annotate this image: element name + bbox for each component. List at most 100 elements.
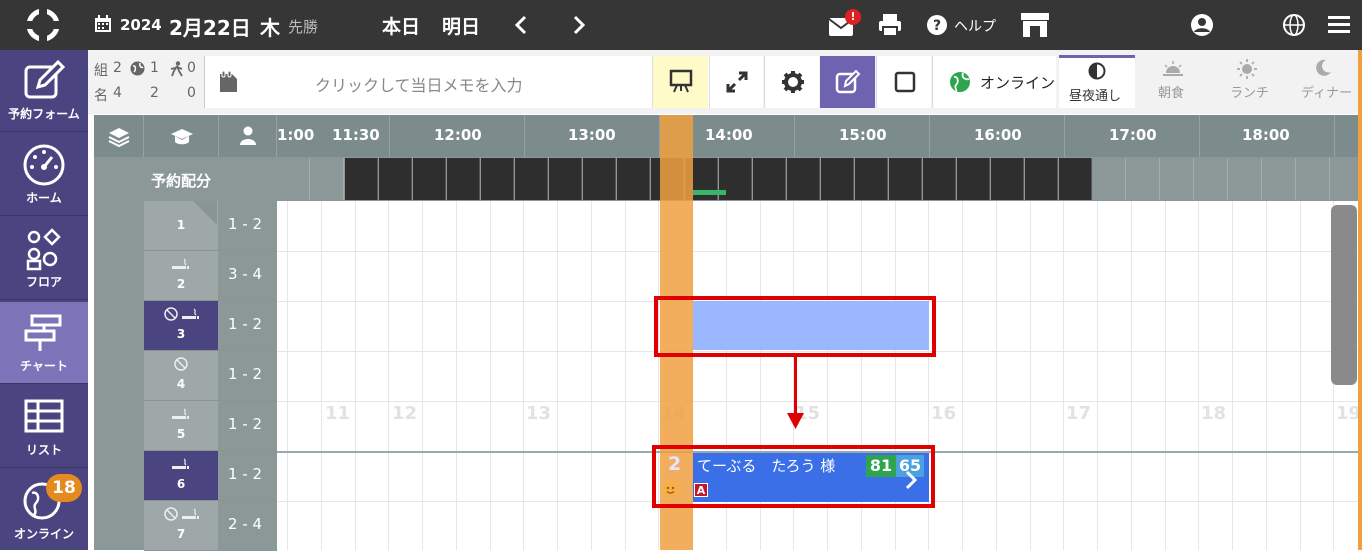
seat-type-button[interactable]	[144, 115, 219, 157]
expand-button[interactable]	[709, 56, 763, 108]
row-marker	[193, 201, 217, 225]
sidebar-item-floor[interactable]: フロア	[0, 218, 88, 300]
layers-icon	[108, 128, 130, 147]
table-number-cell: 5	[144, 401, 218, 450]
allocation-slot	[277, 158, 310, 200]
toolbar: 組 2 1 0 名 4 2 0 クリックして当日メモを入力 オンライン 昼夜通し…	[88, 50, 1362, 114]
sidebar-item-list[interactable]: リスト	[0, 386, 88, 468]
user-account-icon[interactable]	[1190, 13, 1214, 37]
grid-row-line	[277, 251, 1362, 252]
settings-button[interactable]	[764, 56, 819, 108]
groups-web: 1	[150, 60, 159, 76]
tomorrow-button[interactable]: 明日	[442, 12, 480, 39]
graduation-cap-icon	[171, 129, 193, 145]
table-number-cell: 3	[144, 301, 218, 350]
table-row[interactable]: 2 3 - 4	[144, 251, 277, 301]
allocation-slot	[617, 158, 650, 200]
table-capacity-cell: 1 - 2	[218, 401, 277, 450]
sidebar-item-label: 予約フォーム	[8, 107, 80, 121]
presentation-mode-button[interactable]	[652, 56, 708, 108]
gauge-icon	[23, 144, 65, 186]
meal-tab-breakfast[interactable]: 朝食	[1136, 55, 1210, 108]
grid-line	[523, 201, 524, 550]
weekday-label: 木	[260, 16, 280, 40]
grid-line	[355, 201, 356, 550]
table-row[interactable]: 4 1 - 2	[144, 351, 277, 401]
chevron-right-icon[interactable]	[904, 470, 918, 490]
sidebar-item-label: チャート	[20, 359, 68, 373]
gear-icon	[782, 71, 804, 93]
allocation-slot	[1195, 158, 1228, 200]
print-icon[interactable]	[878, 13, 902, 37]
sidebar-item-online[interactable]: 18 オンライン	[0, 470, 88, 552]
hour-watermark: 12	[392, 403, 418, 424]
people-total: 4	[113, 85, 122, 101]
table-capacity: 3 - 4	[228, 265, 263, 283]
meal-tab-lunch[interactable]: ランチ	[1211, 55, 1285, 108]
grid-line	[1266, 201, 1267, 550]
calendar-date-button[interactable]: 2024 2月22日 木 先勝	[94, 12, 334, 40]
grid-line	[287, 201, 288, 550]
sidebar-item-reservation-form[interactable]: 予約フォーム	[0, 50, 88, 132]
table-capacity: 1 - 2	[228, 415, 263, 433]
groups-total: 2	[113, 60, 122, 76]
select-box-button[interactable]	[876, 56, 931, 108]
table-row[interactable]: 6 1 - 2	[144, 451, 277, 501]
smoking-icon	[172, 258, 189, 269]
header-divider	[794, 115, 795, 157]
table-capacity: 2 - 4	[228, 515, 263, 533]
allocation-slot	[855, 158, 888, 200]
hour-watermark: 17	[1066, 403, 1092, 424]
moon-icon	[1316, 59, 1331, 76]
shapes-icon	[26, 228, 61, 271]
area-column	[94, 201, 144, 550]
hamburger-menu-icon[interactable]	[1328, 14, 1350, 36]
allocation-slot	[1229, 158, 1262, 200]
grid-row-line	[277, 401, 1362, 402]
capacity-button[interactable]	[219, 115, 277, 157]
checkbox-square-icon	[894, 71, 916, 93]
web-globe-icon	[130, 61, 145, 76]
allocation-slot	[889, 158, 922, 200]
edit-mode-button[interactable]	[820, 56, 875, 108]
store-icon[interactable]	[1020, 12, 1050, 38]
table-row[interactable]: 7 2 - 4	[144, 501, 277, 551]
help-button[interactable]: ? ヘルプ	[926, 13, 998, 37]
allocation-slot	[447, 158, 480, 200]
allocation-slot	[345, 158, 378, 200]
meal-tab-all-day[interactable]: 昼夜通し	[1059, 55, 1135, 108]
allocation-slot	[1263, 158, 1296, 200]
allocation-progress-bar	[693, 190, 726, 195]
grid-line	[996, 201, 997, 550]
time-label: 15:00	[839, 126, 887, 144]
online-toggle-button[interactable]: オンライン	[932, 56, 1056, 108]
time-label: 14:00	[705, 126, 753, 144]
today-button[interactable]: 本日	[382, 12, 420, 39]
allocation-label: 予約配分	[151, 172, 212, 190]
allocation-slot	[311, 158, 344, 200]
app-logo[interactable]	[24, 7, 62, 43]
chevron-right-icon[interactable]	[568, 14, 588, 36]
table-row[interactable]: 5 1 - 2	[144, 401, 277, 451]
mail-button[interactable]: !	[828, 9, 861, 38]
vertical-scrollbar-thumb[interactable]	[1331, 205, 1357, 385]
expand-arrows-icon	[726, 71, 748, 93]
online-label: オンライン	[980, 74, 1056, 92]
person-icon	[240, 126, 256, 145]
sidebar-item-label: リスト	[25, 443, 62, 457]
edit-form-icon	[24, 59, 66, 99]
layers-button[interactable]	[94, 115, 144, 157]
reservation-tag-green: 81	[866, 455, 896, 477]
chevron-left-icon[interactable]	[512, 14, 532, 36]
meal-tab-dinner[interactable]: ディナー	[1286, 55, 1360, 108]
help-label: ヘルプ	[954, 19, 996, 35]
sidebar-item-label: フロア	[25, 275, 62, 289]
sidebar-item-home[interactable]: ホーム	[0, 134, 88, 216]
time-label: 16:00	[974, 126, 1022, 144]
grid-line	[557, 201, 558, 550]
sidebar-item-chart[interactable]: チャート	[0, 302, 88, 384]
language-globe-icon[interactable]	[1282, 13, 1306, 37]
gantt-icon	[24, 314, 62, 351]
table-row[interactable]: 3 1 - 2	[144, 301, 277, 351]
people-label: 名	[94, 88, 108, 104]
